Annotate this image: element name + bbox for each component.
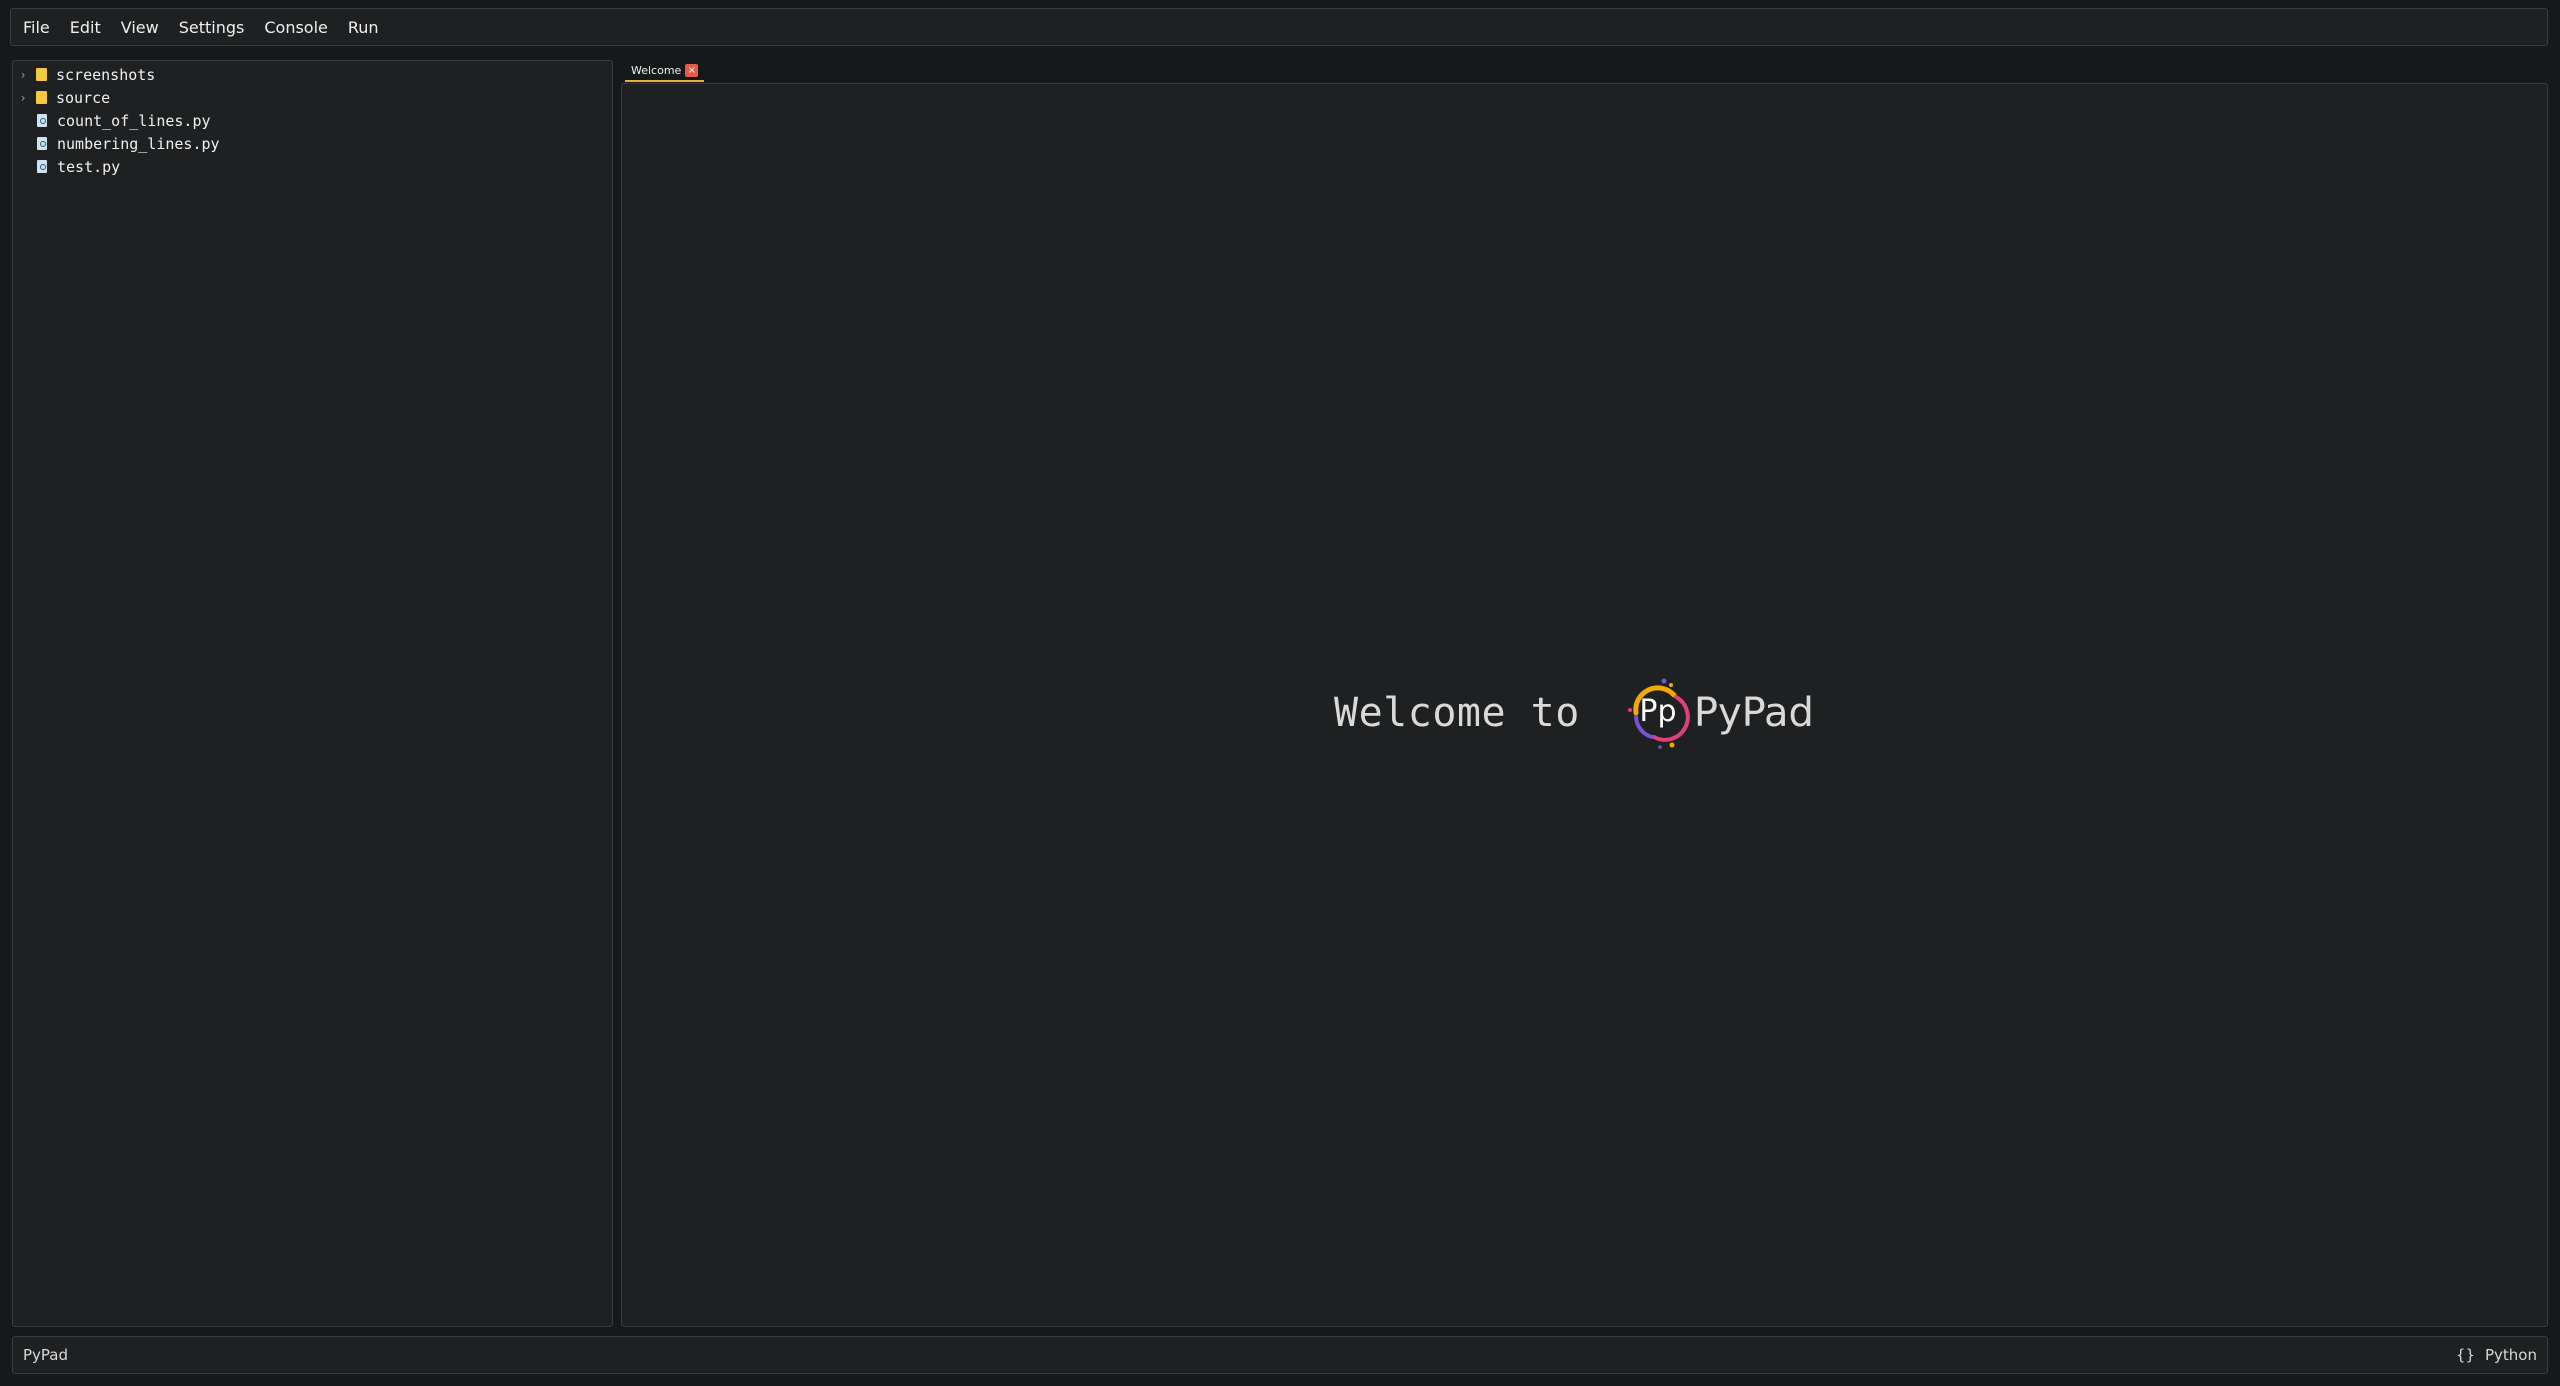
chevron-right-icon[interactable]: › (13, 68, 33, 82)
braces-icon: {} (2455, 1346, 2475, 1364)
close-icon[interactable]: × (685, 63, 699, 77)
pypad-logo: Pp (1626, 675, 1692, 751)
language-selector[interactable]: {} Python (2456, 1346, 2537, 1364)
tree-file-numbering-lines[interactable]: numbering_lines.py (13, 132, 612, 155)
tree-folder-screenshots[interactable]: › screenshots (13, 63, 612, 86)
menu-run[interactable]: Run (348, 18, 379, 37)
menu-bar: File Edit View Settings Console Run (10, 8, 2548, 46)
python-file-icon (37, 160, 47, 173)
menu-console[interactable]: Console (264, 18, 328, 37)
tab-welcome[interactable]: Welcome × (625, 60, 705, 82)
editor-area: Welcome × Welcome to Pp PyPad (621, 60, 2548, 1327)
tree-item-label: source (56, 88, 111, 107)
file-explorer: › screenshots › source count_of_lines.py… (12, 60, 613, 1327)
python-file-icon (37, 114, 47, 127)
folder-icon (36, 91, 47, 104)
logo-text: Pp (1639, 694, 1676, 729)
tab-bar: Welcome × (621, 60, 2548, 82)
menu-edit[interactable]: Edit (70, 18, 101, 37)
tree-item-label: screenshots (56, 65, 156, 84)
welcome-banner: Welcome to Pp PyPad (1334, 675, 1814, 751)
welcome-text: Welcome to (1334, 690, 1580, 736)
tree-file-test[interactable]: test.py (13, 155, 612, 178)
tree-file-count-of-lines[interactable]: count_of_lines.py (13, 109, 612, 132)
menu-view[interactable]: View (121, 18, 159, 37)
editor-pane[interactable]: Welcome to Pp PyPad (621, 83, 2548, 1327)
python-file-icon (37, 137, 47, 150)
menu-file[interactable]: File (23, 18, 50, 37)
tree-item-label: numbering_lines.py (57, 134, 220, 153)
tree-item-label: test.py (57, 157, 121, 176)
app-name: PyPad (1693, 690, 1814, 736)
status-app-name: PyPad (23, 1346, 69, 1364)
folder-icon (36, 68, 47, 81)
menu-settings[interactable]: Settings (179, 18, 245, 37)
tree-item-label: count_of_lines.py (57, 111, 211, 130)
chevron-right-icon[interactable]: › (13, 91, 33, 105)
tab-label: Welcome (631, 63, 682, 77)
tree-folder-source[interactable]: › source (13, 86, 612, 109)
language-label: Python (2485, 1346, 2537, 1364)
status-bar: PyPad {} Python (12, 1336, 2548, 1374)
